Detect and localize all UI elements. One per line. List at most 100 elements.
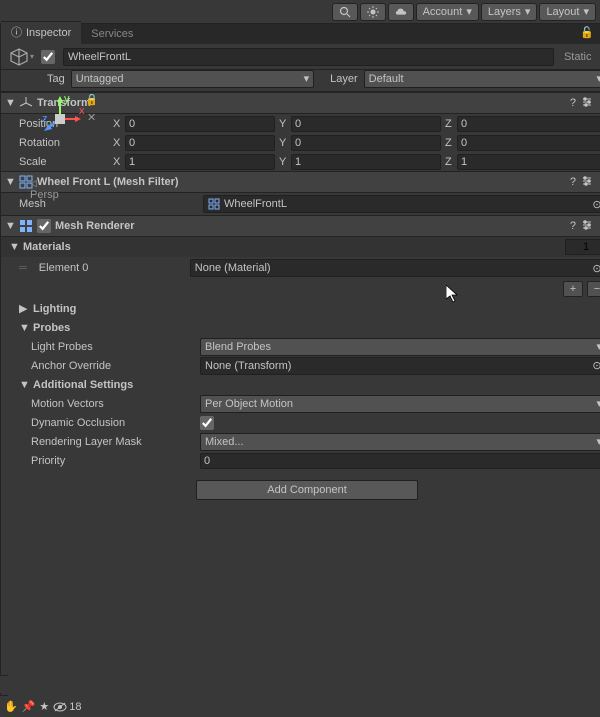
materials-count-input[interactable]: [565, 239, 600, 255]
preset-icon[interactable]: [582, 97, 592, 110]
chevron-down-icon: ▾: [596, 435, 600, 448]
add-element-button[interactable]: +: [563, 281, 583, 297]
layers-label: Layers: [488, 6, 521, 18]
anchor-field[interactable]: None (Transform)⊙: [200, 357, 600, 375]
scale-x-input[interactable]: [125, 154, 275, 170]
tab-inspector[interactable]: ⓘInspector: [1, 21, 81, 44]
foldout-icon[interactable]: ▼: [19, 322, 29, 334]
dynocc-checkbox[interactable]: [200, 416, 214, 430]
meshrenderer-icon: [19, 219, 33, 233]
cloud-icon[interactable]: [388, 3, 414, 21]
drag-handle-icon[interactable]: ═: [19, 262, 27, 274]
probes-header[interactable]: ▼ Probes: [1, 318, 600, 337]
help-icon[interactable]: ?: [570, 97, 576, 110]
layer-dropdown[interactable]: Default▾: [364, 70, 600, 88]
motion-label: Motion Vectors: [31, 398, 196, 410]
pin-icon[interactable]: 📌: [22, 700, 36, 713]
scene-view[interactable]: ⋮ y x z ✕ 🔒 ◁ Persp 🔒 ⋮ ✋: [0, 24, 1, 717]
chevron-down-icon: ▾: [583, 5, 589, 18]
account-dropdown[interactable]: Account▾: [416, 3, 479, 21]
lightprobes-dropdown[interactable]: Blend Probes▾: [200, 338, 600, 356]
scale-label: Scale: [19, 156, 109, 168]
add-component-button[interactable]: Add Component: [196, 480, 418, 500]
visibility-icon[interactable]: 18: [53, 701, 81, 713]
transform-title: Transform: [37, 97, 566, 109]
gameobject-name-input[interactable]: [63, 48, 554, 66]
remove-element-button[interactable]: −: [587, 281, 600, 297]
lighting-header[interactable]: ▶ Lighting: [1, 299, 600, 318]
chevron-down-icon: ▾: [596, 340, 600, 353]
gameobject-icon[interactable]: ▾: [7, 47, 35, 67]
priority-label: Priority: [31, 455, 196, 467]
priority-input[interactable]: [200, 453, 600, 469]
foldout-icon[interactable]: ▼: [9, 241, 19, 253]
account-label: Account: [423, 6, 463, 18]
hand-icon[interactable]: ✋: [4, 700, 18, 713]
object-picker-icon[interactable]: ⊙: [590, 359, 600, 373]
svg-text:z: z: [42, 113, 48, 125]
meshfilter-header[interactable]: ▼ Wheel Front L (Mesh Filter) ? ⋮: [1, 171, 600, 193]
scale-z-input[interactable]: [457, 154, 600, 170]
gameobject-active-checkbox[interactable]: [41, 50, 55, 64]
renderlayer-dropdown[interactable]: Mixed...▾: [200, 433, 600, 451]
layer-label: Layer: [330, 73, 358, 85]
svg-text:✕: ✕: [87, 112, 95, 124]
meshrenderer-title: Mesh Renderer: [55, 220, 566, 232]
foldout-icon[interactable]: ▼: [19, 379, 29, 391]
renderlayer-label: Rendering Layer Mask: [31, 436, 196, 448]
foldout-icon[interactable]: ▼: [5, 176, 15, 188]
rotation-z-input[interactable]: [457, 135, 600, 151]
meshfilter-title: Wheel Front L (Mesh Filter): [37, 176, 566, 188]
transform-icon: [19, 96, 33, 110]
chevron-down-icon: ▾: [596, 72, 600, 85]
position-x-input[interactable]: [125, 116, 275, 132]
scene-menu-icon[interactable]: ⋮: [0, 678, 4, 691]
tag-label: Tag: [47, 73, 65, 85]
tab-services[interactable]: Services: [81, 26, 143, 44]
materials-header[interactable]: ▼ Materials: [1, 237, 600, 257]
foldout-icon[interactable]: ▼: [5, 220, 15, 232]
scale-y-input[interactable]: [291, 154, 441, 170]
perspective-label[interactable]: ◁ Persp: [30, 177, 59, 201]
light-icon[interactable]: [360, 3, 386, 21]
rotation-y-input[interactable]: [291, 135, 441, 151]
star-icon[interactable]: ★: [39, 700, 49, 713]
orientation-gizmo[interactable]: y x z ✕ 🔒: [35, 94, 95, 154]
additional-header[interactable]: ▼ Additional Settings: [1, 375, 600, 394]
preset-icon[interactable]: [582, 220, 592, 233]
svg-text:🔒: 🔒: [85, 94, 95, 106]
chevron-down-icon: ▾: [304, 72, 310, 85]
chevron-down-icon: ▾: [466, 5, 472, 18]
meshrenderer-enabled-checkbox[interactable]: [37, 219, 51, 233]
material-element0-field[interactable]: None (Material) ⊙: [190, 259, 600, 277]
chevron-down-icon: ▾: [30, 52, 34, 61]
position-z-input[interactable]: [457, 116, 600, 132]
layout-dropdown[interactable]: Layout ▾: [539, 3, 596, 21]
help-icon[interactable]: ?: [570, 176, 576, 189]
mesh-field[interactable]: WheelFrontL ⊙: [203, 195, 600, 213]
mesh-icon: [208, 198, 220, 210]
element0-label: Element 0: [31, 262, 186, 274]
preset-icon[interactable]: [582, 176, 592, 189]
help-icon[interactable]: ?: [570, 220, 576, 233]
static-label: Static: [560, 51, 596, 63]
motion-dropdown[interactable]: Per Object Motion▾: [200, 395, 600, 413]
dynocc-label: Dynamic Occlusion: [31, 417, 196, 429]
search-icon[interactable]: [332, 3, 358, 21]
svg-text:y: y: [64, 94, 70, 105]
anchor-label: Anchor Override: [31, 360, 196, 372]
lightprobes-label: Light Probes: [31, 341, 196, 353]
object-picker-icon[interactable]: ⊙: [590, 261, 600, 275]
layout-label: Layout: [546, 6, 579, 18]
meshrenderer-header[interactable]: ▼ Mesh Renderer ? ⋮: [1, 215, 600, 237]
foldout-icon[interactable]: ▼: [5, 97, 15, 109]
chevron-down-icon: ▾: [596, 397, 600, 410]
position-y-input[interactable]: [291, 116, 441, 132]
chevron-down-icon: ▾: [525, 5, 531, 18]
rotation-x-input[interactable]: [125, 135, 275, 151]
foldout-icon[interactable]: ▶: [19, 302, 29, 315]
tag-dropdown[interactable]: Untagged▾: [71, 70, 314, 88]
layers-dropdown[interactable]: Layers ▾: [481, 3, 538, 21]
object-picker-icon[interactable]: ⊙: [590, 197, 600, 211]
lock-icon[interactable]: 🔓: [580, 26, 594, 39]
